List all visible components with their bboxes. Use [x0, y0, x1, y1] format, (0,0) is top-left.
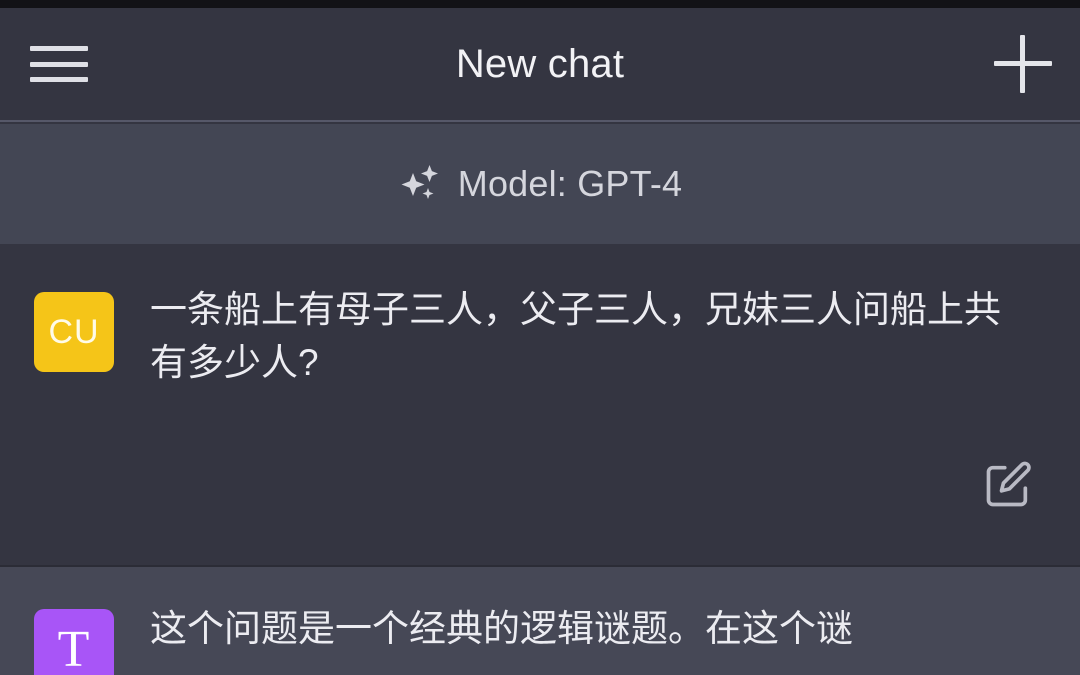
model-selector-content: Model: GPT-4 [398, 162, 682, 206]
edit-icon[interactable] [982, 459, 1034, 511]
message-text: 一条船上有母子三人，父子三人，兄妹三人问船上共有多少人? [150, 289, 1001, 383]
message-row-assistant: T 这个问题是一个经典的逻辑谜题。在这个谜 [0, 567, 1080, 675]
app-header: New chat [0, 8, 1080, 122]
message-text: 这个问题是一个经典的逻辑谜题。在这个谜 [150, 608, 853, 649]
sparkles-icon [401, 165, 438, 199]
avatar: CU [34, 292, 114, 372]
chat-screen: New chat Model: GPT-4 CU 一条船上有母子三人，父子三人，… [0, 0, 1080, 675]
menu-bar-2 [30, 61, 88, 67]
model-selector-bar[interactable]: Model: GPT-4 [0, 124, 1080, 244]
hamburger-menu-icon[interactable] [28, 38, 90, 90]
page-title: New chat [455, 41, 625, 86]
menu-bar-3 [30, 77, 88, 82]
status-bar-strip [0, 0, 1080, 8]
model-label: Model: GPT-4 [457, 163, 683, 204]
menu-bar-1 [30, 46, 88, 51]
plus-icon[interactable] [994, 35, 1052, 93]
message-body: 一条船上有母子三人，父子三人，兄妹三人问船上共有多少人? [114, 244, 1046, 565]
message-body: 这个问题是一个经典的逻辑谜题。在这个谜 [114, 567, 1046, 675]
message-row-user: CU 一条船上有母子三人，父子三人，兄妹三人问船上共有多少人? [0, 244, 1080, 567]
avatar: T [34, 609, 114, 675]
